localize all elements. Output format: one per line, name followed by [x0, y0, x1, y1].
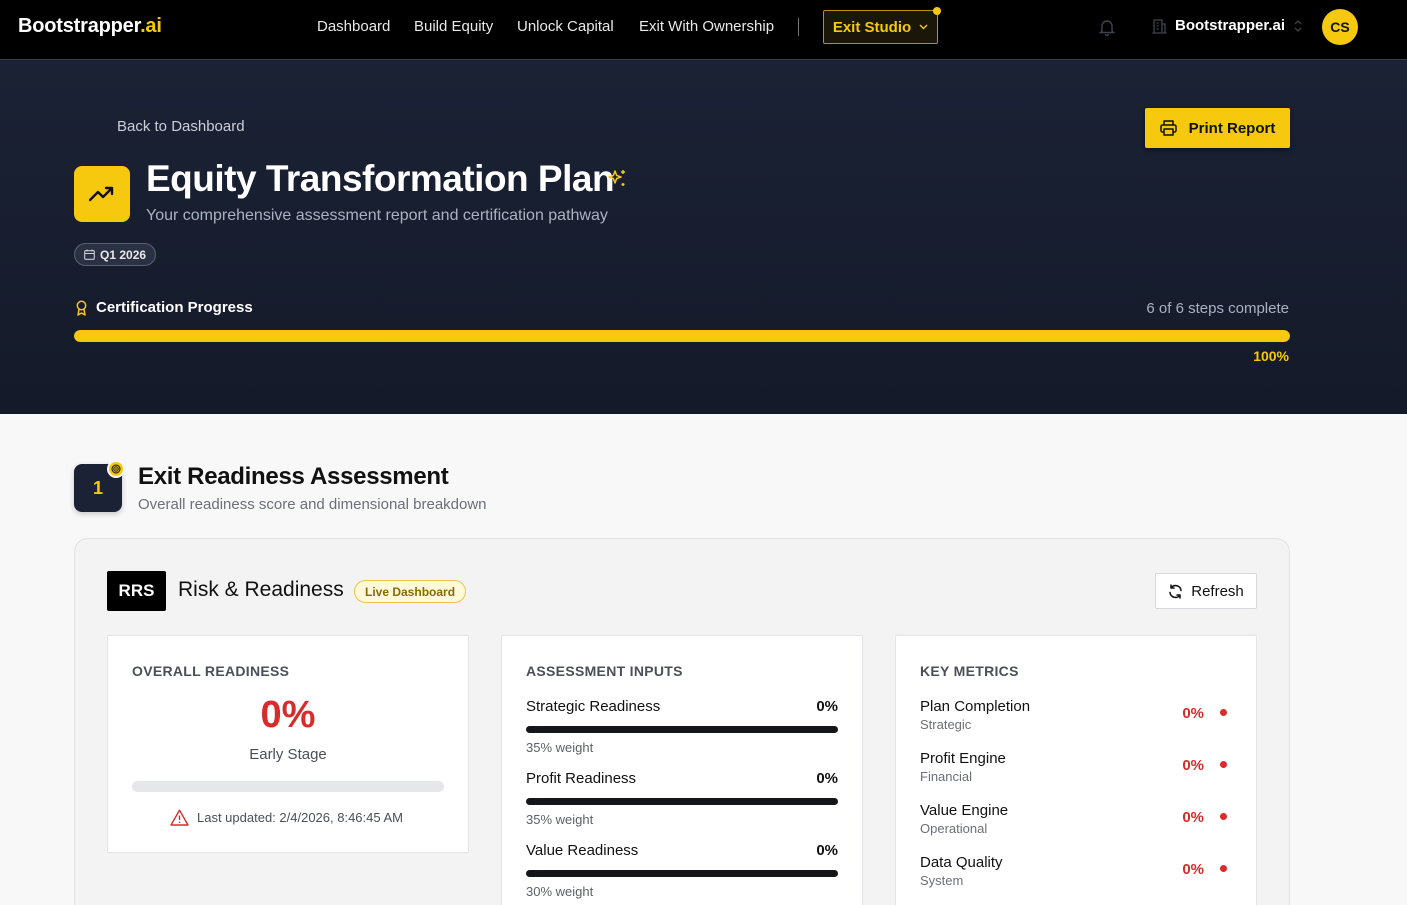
readiness-progress-bar [132, 781, 444, 792]
input-progress-bar [526, 798, 838, 805]
user-avatar[interactable]: CS [1322, 9, 1358, 45]
input-weight: 35% weight [526, 812, 594, 827]
nav-link-exit-with-ownership[interactable]: Exit With Ownership [639, 18, 774, 35]
input-value: 0% [816, 770, 838, 787]
warning-icon [170, 809, 189, 826]
bell-icon[interactable] [1099, 18, 1115, 36]
award-icon [76, 300, 87, 316]
readiness-stage: Early Stage [249, 746, 327, 763]
certification-steps: 6 of 6 steps complete [1146, 300, 1289, 317]
page-title: Equity Transformation Plan [146, 158, 615, 199]
nav-divider [798, 18, 799, 36]
nav-link-build-equity[interactable]: Build Equity [414, 18, 493, 35]
input-weight: 35% weight [526, 740, 594, 755]
input-label: Value Readiness [526, 842, 639, 859]
metric-value: 0% [1182, 861, 1204, 878]
org-switcher[interactable]: Bootstrapper.ai [1152, 17, 1303, 34]
printer-icon [1159, 120, 1177, 136]
page-subtitle: Your comprehensive assessment report and… [146, 207, 608, 224]
metric-value: 0% [1182, 705, 1204, 722]
trending-up-icon [74, 166, 130, 222]
metric-value: 0% [1182, 809, 1204, 826]
exit-studio-button[interactable]: Exit Studio [823, 10, 938, 44]
key-metrics-card: KEY METRICS Plan Completion Strategic 0%… [895, 635, 1257, 905]
card-heading: KEY METRICS [920, 663, 1019, 679]
certification-progress-fill [74, 330, 1290, 342]
nav-link-dashboard[interactable]: Dashboard [317, 18, 390, 35]
input-label: Strategic Readiness [526, 698, 661, 715]
top-nav: Bootstrapper.ai Dashboard Build Equity U… [0, 0, 1407, 60]
certification-progress-percent: 100% [1253, 348, 1289, 364]
status-dot [1220, 709, 1227, 716]
rrs-badge: RRS [107, 571, 166, 611]
building-icon [1152, 18, 1167, 34]
print-report-button[interactable]: Print Report [1145, 108, 1290, 148]
chevron-down-icon [919, 24, 928, 30]
card-heading: ASSESSMENT INPUTS [526, 663, 683, 679]
target-icon [107, 460, 125, 478]
sparkle-icon [608, 170, 625, 186]
status-dot [1220, 813, 1227, 820]
live-dashboard-badge: Live Dashboard [354, 580, 467, 603]
section-subtitle: Overall readiness score and dimensional … [138, 496, 487, 513]
metric-row: Data Quality System 0% [920, 854, 1232, 894]
input-label: Profit Readiness [526, 770, 637, 787]
card-heading: OVERALL READINESS [132, 663, 290, 679]
certification-progress-bar [74, 330, 1290, 342]
input-row: Strategic Readiness 0% 35% weight [526, 698, 838, 755]
back-to-dashboard-link[interactable]: Back to Dashboard [117, 118, 245, 135]
status-dot [1220, 761, 1227, 768]
status-dot [1220, 865, 1227, 872]
input-progress-bar [526, 726, 838, 733]
input-progress-bar [526, 870, 838, 877]
panel-title: Risk & Readiness [178, 578, 344, 601]
nav-link-unlock-capital[interactable]: Unlock Capital [517, 18, 614, 35]
quarter-badge: Q1 2026 [74, 243, 157, 266]
org-name: Bootstrapper.ai [1175, 17, 1286, 34]
overall-readiness-card: OVERALL READINESS 0% Early Stage Last up… [107, 635, 469, 853]
refresh-icon [1169, 583, 1182, 599]
hero-banner: Back to Dashboard Print Report Equity Tr… [0, 60, 1407, 414]
metric-row: Profit Engine Financial 0% [920, 750, 1232, 790]
input-value: 0% [816, 842, 838, 859]
metric-value: 0% [1182, 757, 1204, 774]
metric-row: Plan Completion Strategic 0% [920, 698, 1232, 738]
notification-dot [933, 7, 941, 15]
section-title: Exit Readiness Assessment [138, 463, 449, 490]
metric-row: Value Engine Operational 0% [920, 802, 1232, 842]
last-updated: Last updated: 2/4/2026, 8:46:45 AM [170, 809, 403, 826]
certification-progress-label: Certification Progress [75, 299, 253, 316]
input-row: Profit Readiness 0% 35% weight [526, 770, 838, 827]
chevron-up-down-icon [1294, 19, 1302, 32]
overall-readiness-value: 0% [260, 694, 316, 736]
refresh-button[interactable]: Refresh [1155, 573, 1257, 609]
calendar-icon [84, 249, 95, 260]
assessment-inputs-card: ASSESSMENT INPUTS Strategic Readiness 0% … [501, 635, 863, 905]
brand-logo[interactable]: Bootstrapper.ai [18, 15, 162, 38]
input-row: Value Readiness 0% 30% weight [526, 842, 838, 899]
input-weight: 30% weight [526, 884, 594, 899]
input-value: 0% [816, 698, 838, 715]
